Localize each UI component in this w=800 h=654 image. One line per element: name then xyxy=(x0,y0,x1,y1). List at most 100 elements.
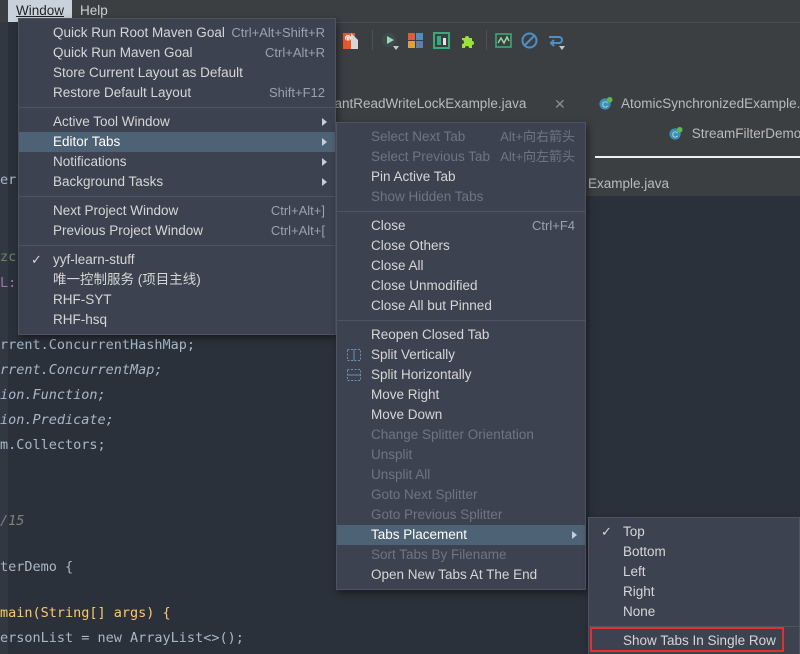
menu-item-store-current-layout-as-default[interactable]: Store Current Layout as Default xyxy=(19,63,335,83)
debug-icon[interactable] xyxy=(406,31,426,51)
menu-item-label: Show Hidden Tabs xyxy=(371,189,483,204)
code-line: main(String[] args) { xyxy=(0,605,171,621)
menu-item-placement-none[interactable]: None xyxy=(589,602,799,622)
menu-item-label: Select Previous Tab xyxy=(371,149,490,164)
menu-item-active-tool-window[interactable]: Active Tool Window xyxy=(19,112,335,132)
menu-item-show-tabs-in-single-row[interactable]: Show Tabs In Single Row xyxy=(589,631,799,651)
plugin-icon[interactable] xyxy=(458,31,478,51)
run-icon[interactable] xyxy=(380,31,400,51)
code-fragment: L: xyxy=(0,275,16,291)
git-pull-icon[interactable]: G xyxy=(342,31,362,51)
menu-item-label: RHF-hsq xyxy=(53,312,107,327)
menu-item-placement-top[interactable]: ✓ Top xyxy=(589,522,799,542)
menu-item-label: Close xyxy=(371,218,406,233)
editor-tab[interactable]: Example.java xyxy=(588,170,669,198)
menu-item-close-others[interactable]: Close Others xyxy=(337,236,585,256)
menu-item-label: Move Right xyxy=(371,387,439,402)
editor-tab-label: Example.java xyxy=(588,176,669,191)
menu-item-label: Pin Active Tab xyxy=(371,169,456,184)
menu-item-close-unmodified[interactable]: Close Unmodified xyxy=(337,276,585,296)
menu-separator xyxy=(19,245,335,246)
menu-item-label: Close Unmodified xyxy=(371,278,478,293)
menu-item-accelerator: Ctrl+F4 xyxy=(532,216,575,236)
code-line: m.Collectors; xyxy=(0,437,106,453)
search-everywhere-icon[interactable] xyxy=(546,31,566,51)
menu-item-editor-tabs[interactable]: Editor Tabs xyxy=(19,132,335,152)
menu-item-tabs-placement[interactable]: Tabs Placement xyxy=(337,525,585,545)
menu-item-show-hidden-tabs: Show Hidden Tabs xyxy=(337,187,585,207)
profiler-icon[interactable] xyxy=(494,31,514,51)
menu-item-label: Top xyxy=(623,524,645,539)
menu-item-label: Quick Run Maven Goal xyxy=(53,45,193,60)
menu-item-label: Next Project Window xyxy=(53,203,178,218)
stop-icon[interactable] xyxy=(520,31,540,51)
menu-item-label: Close All but Pinned xyxy=(371,298,492,313)
code-fragment: zc xyxy=(0,249,16,265)
menu-item-placement-left[interactable]: Left xyxy=(589,562,799,582)
menu-item-label: Store Current Layout as Default xyxy=(53,65,243,80)
menu-item-label: Unsplit All xyxy=(371,467,430,482)
menu-item-project-rhf-hsq[interactable]: RHF-hsq xyxy=(19,310,335,330)
checkmark-icon: ✓ xyxy=(31,250,42,270)
coverage-icon[interactable] xyxy=(432,31,452,51)
menu-item-pin-active-tab[interactable]: Pin Active Tab xyxy=(337,167,585,187)
menu-item-close-all-but-pinned[interactable]: Close All but Pinned xyxy=(337,296,585,316)
menubar-item-label: Window xyxy=(16,3,64,18)
menu-item-previous-project-window[interactable]: Previous Project Window Ctrl+Alt+[ xyxy=(19,221,335,241)
menu-item-label: Reopen Closed Tab xyxy=(371,327,489,342)
menu-item-goto-previous-splitter: Goto Previous Splitter xyxy=(337,505,585,525)
editor-tab-active[interactable]: C StreamFilterDemo.java xyxy=(668,120,800,148)
menu-item-next-project-window[interactable]: Next Project Window Ctrl+Alt+] xyxy=(19,201,335,221)
editor-tab[interactable]: C AtomicSynchronizedExample.ja xyxy=(598,90,800,118)
menu-item-accelerator: Ctrl+Alt+[ xyxy=(271,221,325,241)
java-class-icon: C xyxy=(668,123,683,138)
menu-item-move-right[interactable]: Move Right xyxy=(337,385,585,405)
tabs-placement-submenu-popup: ✓ Top Bottom Left Right None Show Tabs I… xyxy=(588,517,800,654)
code-fragment: er xyxy=(0,172,16,188)
menu-item-label: Unsplit xyxy=(371,447,412,462)
editor-tab-label: rantReadWriteLockExample.java xyxy=(330,96,526,111)
menu-item-move-down[interactable]: Move Down xyxy=(337,405,585,425)
menu-item-label: Split Vertically xyxy=(371,347,455,362)
menu-item-background-tasks[interactable]: Background Tasks xyxy=(19,172,335,192)
menu-item-project-weiyi[interactable]: 唯一控制服务 (项目主线) xyxy=(19,270,335,290)
menu-item-restore-default-layout[interactable]: Restore Default Layout Shift+F12 xyxy=(19,83,335,103)
menu-item-label: RHF-SYT xyxy=(53,292,112,307)
menu-item-label: Move Down xyxy=(371,407,442,422)
menu-item-project-yyf-learn-stuff[interactable]: ✓ yyf-learn-stuff xyxy=(19,250,335,270)
menu-item-split-vertically[interactable]: Split Vertically xyxy=(337,345,585,365)
window-menu-popup: Quick Run Root Maven Goal Ctrl+Alt+Shift… xyxy=(18,18,336,335)
tab-close-icon[interactable]: ✕ xyxy=(554,96,566,113)
menubar-item-label: Help xyxy=(80,3,108,18)
menu-item-accelerator: Shift+F12 xyxy=(269,83,325,103)
menu-item-open-new-tabs-at-the-end[interactable]: Open New Tabs At The End xyxy=(337,565,585,585)
code-line: rrent.ConcurrentHashMap; xyxy=(0,337,195,353)
menu-item-placement-bottom[interactable]: Bottom xyxy=(589,542,799,562)
menu-separator xyxy=(337,211,585,212)
menu-item-notifications[interactable]: Notifications xyxy=(19,152,335,172)
code-line: ion.Predicate; xyxy=(0,412,114,428)
menu-item-label: Split Horizontally xyxy=(371,367,472,382)
editor-tab-label: AtomicSynchronizedExample.ja xyxy=(621,96,800,111)
menu-item-label: Goto Previous Splitter xyxy=(371,507,502,522)
menu-item-label: yyf-learn-stuff xyxy=(53,252,135,267)
editor-tab[interactable]: rantReadWriteLockExample.java xyxy=(330,90,526,118)
chevron-right-icon xyxy=(322,178,327,186)
code-line: rrent.ConcurrentMap; xyxy=(0,362,163,378)
menu-item-quick-run-maven-goal[interactable]: Quick Run Maven Goal Ctrl+Alt+R xyxy=(19,43,335,63)
menu-item-label: Goto Next Splitter xyxy=(371,487,478,502)
menu-item-label: Right xyxy=(623,584,655,599)
menu-item-close[interactable]: Close Ctrl+F4 xyxy=(337,216,585,236)
menu-item-placement-right[interactable]: Right xyxy=(589,582,799,602)
menu-item-project-rhf-syt[interactable]: RHF-SYT xyxy=(19,290,335,310)
menu-item-split-horizontally[interactable]: Split Horizontally xyxy=(337,365,585,385)
menu-separator xyxy=(19,107,335,108)
menu-item-label: Background Tasks xyxy=(53,174,163,189)
menu-item-quick-run-root-maven-goal[interactable]: Quick Run Root Maven Goal Ctrl+Alt+Shift… xyxy=(19,23,335,43)
menu-item-close-all[interactable]: Close All xyxy=(337,256,585,276)
split-horizontal-icon xyxy=(347,368,361,382)
checkmark-icon: ✓ xyxy=(601,522,612,542)
menu-item-reopen-closed-tab[interactable]: Reopen Closed Tab xyxy=(337,325,585,345)
menu-item-label: Tabs Placement xyxy=(371,527,467,542)
menu-item-accelerator: Ctrl+Alt+] xyxy=(271,201,325,221)
